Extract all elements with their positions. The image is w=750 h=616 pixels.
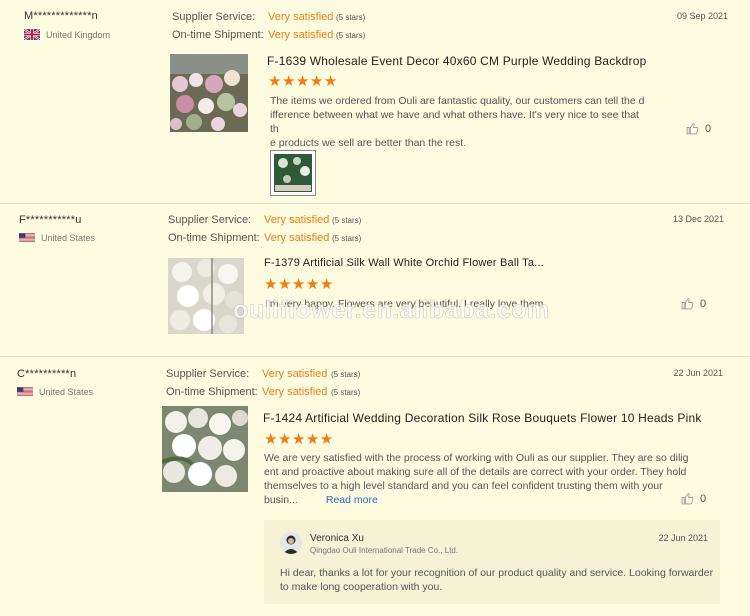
product-image[interactable]: [162, 406, 248, 492]
reviewer-name: M*************n: [24, 10, 98, 22]
reply-date: 22 Jun 2021: [658, 533, 708, 543]
us-flag-icon: [17, 387, 33, 396]
review-date: 13 Dec 2021: [672, 214, 724, 224]
divider: [0, 356, 750, 357]
like-count: 0: [700, 492, 707, 505]
like-button[interactable]: 0: [681, 492, 706, 505]
star-icon: ★: [277, 431, 292, 448]
supplier-service-stars: (5 stars): [331, 370, 361, 379]
on-time-shipment-stars: (5 stars): [336, 31, 366, 40]
star-icon: ★: [309, 73, 324, 90]
product-photo-icon: [162, 406, 248, 492]
product-title-link[interactable]: F-1639 Wholesale Event Decor 40x60 CM Pu…: [267, 54, 647, 68]
star-icon: ★: [291, 276, 306, 293]
star-icon: ★: [264, 431, 278, 448]
reviewer-name: F***********u: [19, 214, 82, 226]
supplier-reply: Veronica Xu Qingdao Ouli International T…: [264, 520, 720, 604]
on-time-shipment-value: Very satisfied: [268, 29, 334, 41]
star-icon: ★: [277, 276, 292, 293]
supplier-service-stars: (5 stars): [336, 13, 366, 22]
country-label: United States: [41, 232, 96, 243]
supplier-service-label: Supplier Service:: [168, 214, 252, 226]
on-time-shipment-label: On-time Shipment:: [172, 29, 264, 41]
review-text: The items we ordered from Ouli are fanta…: [270, 94, 650, 150]
like-count: 0: [705, 122, 712, 135]
product-image[interactable]: [170, 54, 248, 132]
supplier-service-label: Supplier Service:: [166, 368, 250, 380]
country-label: United States: [39, 386, 94, 397]
person-avatar-icon: [280, 532, 302, 554]
star-icon: ★: [323, 73, 338, 90]
review-text-line: The items we ordered from Ouli are fanta…: [270, 95, 645, 107]
star-icon: ★: [291, 431, 306, 448]
like-button[interactable]: 0: [681, 297, 706, 310]
review-text-line: ent and proactive about making sure all …: [264, 466, 687, 478]
read-more-link[interactable]: Read more: [326, 494, 378, 506]
star-icon: ★: [295, 73, 310, 90]
supplier-service-value: Very satisfied: [262, 368, 328, 380]
star-icon: ★: [305, 431, 320, 448]
thumbs-up-icon: [686, 123, 699, 135]
product-title-link[interactable]: F-1379 Artificial Silk Wall White Orchid…: [264, 257, 544, 269]
star-icon: ★: [305, 276, 320, 293]
thumbs-up-icon: [681, 493, 694, 505]
thumbs-up-icon: [681, 298, 694, 310]
review-text-line: themselves to a high level standard and …: [264, 480, 663, 492]
rating-stars: ★★★★★: [268, 72, 338, 90]
reviewer-country: United States: [19, 232, 95, 243]
country-label: United Kingdom: [46, 29, 111, 40]
reviewer-country: United States: [17, 386, 93, 397]
review-date: 09 Sep 2021: [676, 11, 728, 21]
us-flag-icon: [19, 233, 35, 242]
review-text: We are very satisfied with the process o…: [264, 451, 694, 507]
attachment-thumbnail[interactable]: [270, 150, 316, 196]
review-text-line: e products we sell are better than the r…: [270, 137, 467, 149]
reply-text-line: Hi dear, thanks a lot for your recogniti…: [280, 567, 714, 579]
star-icon: ★: [268, 73, 282, 90]
review-text-line: busin... Read more: [264, 493, 694, 507]
review-date: 22 Jun 2021: [673, 368, 723, 378]
uk-flag-icon: [24, 29, 40, 40]
like-button[interactable]: 0: [686, 122, 711, 135]
divider: [0, 203, 750, 204]
reviewer-name: C**********n: [17, 368, 77, 380]
like-count: 0: [700, 297, 707, 310]
supplier-service-label: Supplier Service:: [172, 11, 256, 23]
on-time-shipment-value: Very satisfied: [264, 232, 330, 244]
rating-stars: ★★★★★: [264, 430, 334, 448]
star-icon: ★: [319, 276, 334, 293]
on-time-shipment-label: On-time Shipment:: [168, 232, 260, 244]
reply-text-line: to make long cooperation with you.: [280, 581, 443, 593]
reviewer-country: United Kingdom: [24, 29, 110, 40]
reply-text: Hi dear, thanks a lot for your recogniti…: [280, 566, 720, 594]
watermark: oulifiower.en.alibaba.com: [233, 296, 550, 325]
review-text-line: We are very satisfied with the process o…: [264, 452, 689, 464]
product-title-link[interactable]: F-1424 Artificial Wedding Decoration Sil…: [263, 411, 702, 425]
truncated-text: busin...: [264, 494, 298, 506]
star-icon: ★: [281, 73, 296, 90]
avatar: [280, 532, 302, 554]
reply-author: Veronica Xu: [310, 533, 364, 544]
on-time-shipment-stars: (5 stars): [332, 234, 362, 243]
rating-stars: ★★★★★: [264, 275, 334, 293]
review-text-line: ifference between what we have and what …: [270, 109, 639, 135]
on-time-shipment-stars: (5 stars): [331, 388, 361, 397]
reply-company: Qingdao Ouli International Trade Co., Lt…: [310, 546, 459, 555]
on-time-shipment-value: Very satisfied: [262, 386, 328, 398]
attachment-photo-icon: [274, 154, 312, 192]
supplier-service-stars: (5 stars): [332, 216, 362, 225]
supplier-service-value: Very satisfied: [264, 214, 330, 226]
star-icon: ★: [264, 276, 278, 293]
product-photo-icon: [170, 54, 248, 132]
star-icon: ★: [319, 431, 334, 448]
on-time-shipment-label: On-time Shipment:: [166, 386, 258, 398]
supplier-service-value: Very satisfied: [268, 11, 334, 23]
